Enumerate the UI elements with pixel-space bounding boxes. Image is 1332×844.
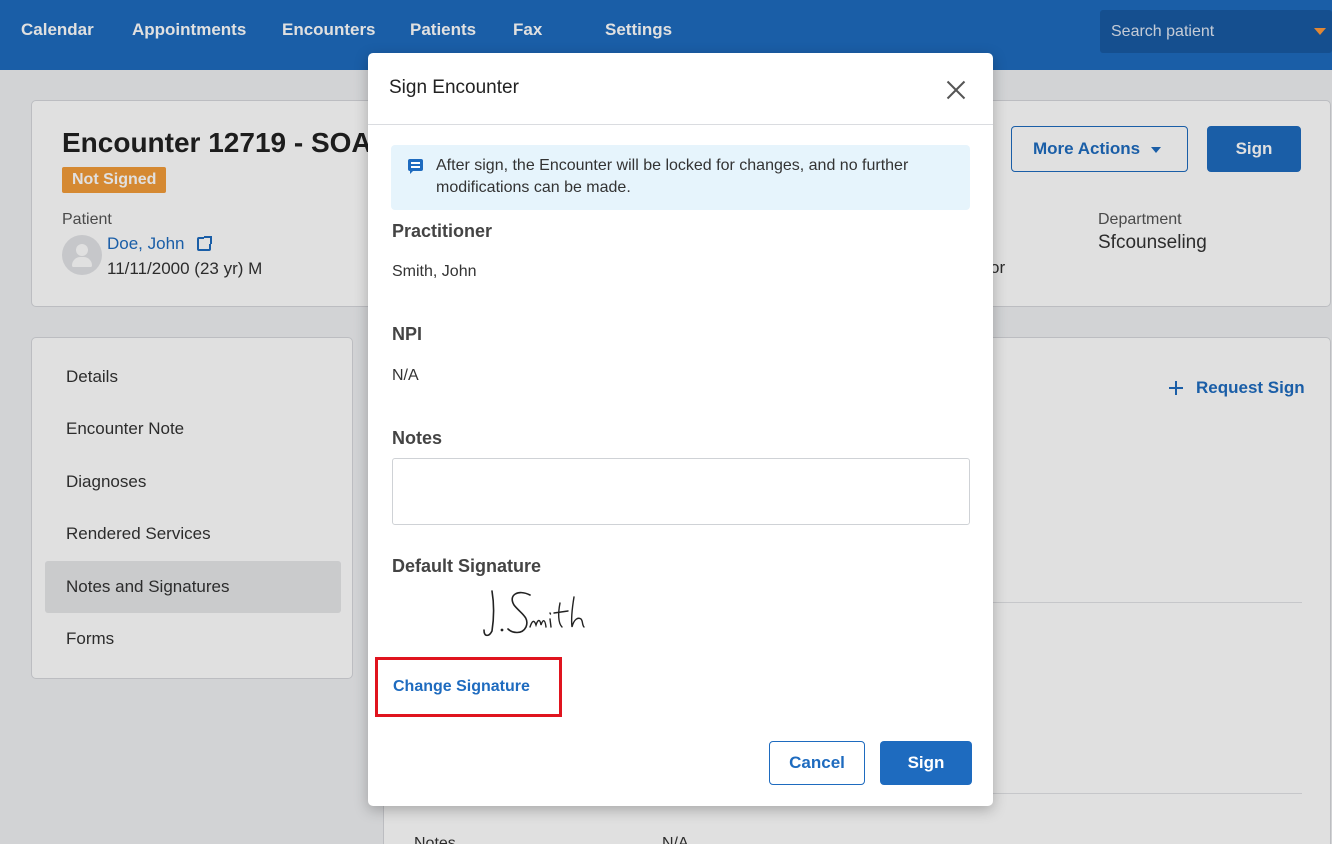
practitioner-value: Smith, John (392, 263, 477, 280)
practitioner-label: Practitioner (392, 221, 493, 241)
close-icon[interactable] (943, 77, 969, 103)
info-banner: After sign, the Encounter will be locked… (391, 145, 970, 210)
npi-label: NPI (392, 324, 423, 344)
divider (368, 124, 993, 125)
sign-button[interactable]: Sign (880, 741, 972, 785)
signature-image (483, 590, 585, 637)
message-icon (408, 159, 423, 174)
info-text: After sign, the Encounter will be locked… (436, 157, 909, 196)
npi-value: N/A (392, 367, 419, 384)
change-signature-link[interactable]: Change Signature (393, 678, 530, 696)
default-signature-label: Default Signature (392, 556, 542, 576)
notes-textarea[interactable] (392, 458, 970, 525)
modal-title: Sign Encounter (389, 77, 519, 98)
sign-encounter-modal: Sign Encounter After sign, the Encounter… (368, 53, 993, 806)
notes-label: Notes (392, 428, 443, 448)
cancel-button[interactable]: Cancel (769, 741, 865, 785)
